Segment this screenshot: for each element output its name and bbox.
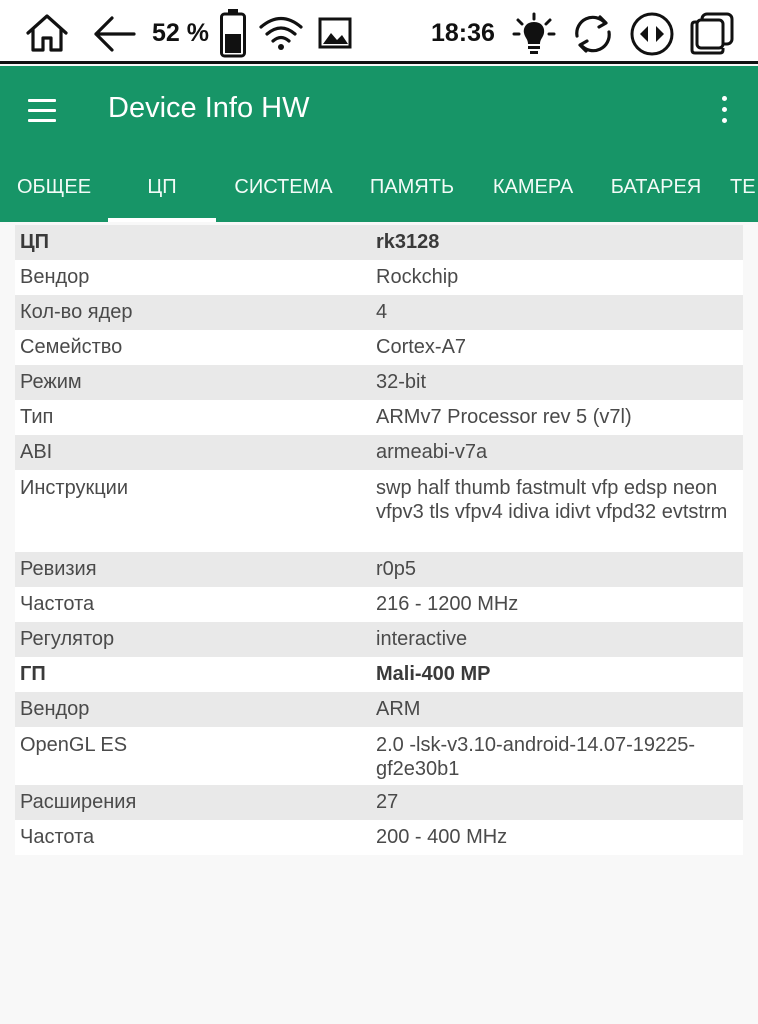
row-label: ABI <box>20 441 53 463</box>
row-label: Ревизия <box>20 558 97 580</box>
row-label: Тип <box>20 406 54 428</box>
table-row: Вендор Rockchip <box>15 260 743 295</box>
table-row: Расширения 27 <box>15 785 743 820</box>
row-value: 32-bit <box>376 371 427 393</box>
table-row: Режим 32-bit <box>15 365 743 400</box>
image-icon[interactable] <box>318 16 352 50</box>
row-value: r0p5 <box>376 558 417 580</box>
table-row: Кол-во ядер 4 <box>15 295 743 330</box>
row-value: ARM <box>376 698 421 720</box>
tab-system[interactable]: СИСТЕМА <box>216 162 351 222</box>
rotate-icon[interactable] <box>629 11 675 57</box>
table-row: ABI armeabi-v7a <box>15 435 743 470</box>
row-label: Инструкции <box>20 477 129 499</box>
table-row-cpu-header: ЦП rk3128 <box>15 225 743 260</box>
row-value: Mali-400 MP <box>376 663 491 685</box>
row-label: ГП <box>20 663 46 685</box>
tab-memory[interactable]: ПАМЯТЬ <box>351 162 473 222</box>
row-label: ЦП <box>20 231 49 253</box>
refresh-icon[interactable] <box>570 12 616 56</box>
tab-bar: ОБЩЕЕ ЦП СИСТЕМА ПАМЯТЬ КАМЕРА БАТАРЕЯ Т… <box>0 162 758 222</box>
table-row: Частота 200 - 400 MHz <box>15 820 743 855</box>
battery-icon <box>219 8 247 58</box>
tab-general[interactable]: ОБЩЕЕ <box>0 162 108 222</box>
tab-battery[interactable]: БАТАРЕЯ <box>593 162 719 222</box>
row-value: Cortex-A7 <box>376 336 467 358</box>
row-value: 216 - 1200 MHz <box>376 593 519 615</box>
row-label: Вендор <box>20 266 90 288</box>
table-row-gpu-header: ГП Mali-400 MP <box>15 657 743 692</box>
table-row: Регулятор interactive <box>15 622 743 657</box>
row-label: Регулятор <box>20 628 115 650</box>
app-title: Device Info HW <box>108 92 310 124</box>
more-vert-icon[interactable] <box>712 90 738 130</box>
back-arrow-icon[interactable] <box>92 14 138 54</box>
row-value: 2.0 -lsk-v3.10-android-14.07-19225-gf2e3… <box>376 734 696 780</box>
table-row: Тип ARMv7 Processor rev 5 (v7l) <box>15 400 743 435</box>
row-label: Вендор <box>20 698 90 720</box>
wifi-icon <box>258 14 304 52</box>
table-row: Семейство Cortex-A7 <box>15 330 743 365</box>
cpu-info-table: ЦП rk3128 Вендор Rockchip Кол-во ядер 4 … <box>15 225 743 855</box>
row-label: OpenGL ES <box>20 734 128 756</box>
clock-time: 18:36 <box>431 19 495 47</box>
row-label: Расширения <box>20 791 137 813</box>
row-value: armeabi-v7a <box>376 441 488 463</box>
row-label: Частота <box>20 593 95 615</box>
row-value: interactive <box>376 628 468 650</box>
row-value: 27 <box>376 791 399 813</box>
row-label: Кол-во ядер <box>20 301 133 323</box>
window-icon[interactable] <box>688 11 736 57</box>
table-row: Частота 216 - 1200 MHz <box>15 587 743 622</box>
row-label: Режим <box>20 371 82 393</box>
table-row: OpenGL ES 2.0 -lsk-v3.10-android-14.07-1… <box>15 727 743 785</box>
home-icon[interactable] <box>24 12 70 54</box>
system-status-bar: 52 % 18:36 <box>0 0 758 64</box>
menu-icon[interactable] <box>22 94 62 128</box>
row-value: Rockchip <box>376 266 459 288</box>
row-value: ARMv7 Processor rev 5 (v7l) <box>376 406 632 428</box>
row-label: Частота <box>20 826 95 848</box>
row-value: 200 - 400 MHz <box>376 826 508 848</box>
tab-cpu[interactable]: ЦП <box>108 162 216 222</box>
battery-percent: 52 % <box>152 19 209 47</box>
tab-more[interactable]: ТЕ <box>730 162 758 222</box>
row-value: swp half thumb fastmult vfp edsp neon vf… <box>376 477 728 523</box>
row-value: 4 <box>376 301 388 323</box>
table-row: Вендор ARM <box>15 692 743 727</box>
table-row: Ревизия r0p5 <box>15 552 743 587</box>
row-value: rk3128 <box>376 231 440 253</box>
row-label: Семейство <box>20 336 123 358</box>
table-row: Инструкции swp half thumb fastmult vfp e… <box>15 470 743 552</box>
app-bar: Device Info HW ОБЩЕЕ ЦП СИСТЕМА ПАМЯТЬ К… <box>0 66 758 222</box>
lightbulb-icon[interactable] <box>512 12 556 56</box>
tab-camera[interactable]: КАМЕРА <box>473 162 593 222</box>
